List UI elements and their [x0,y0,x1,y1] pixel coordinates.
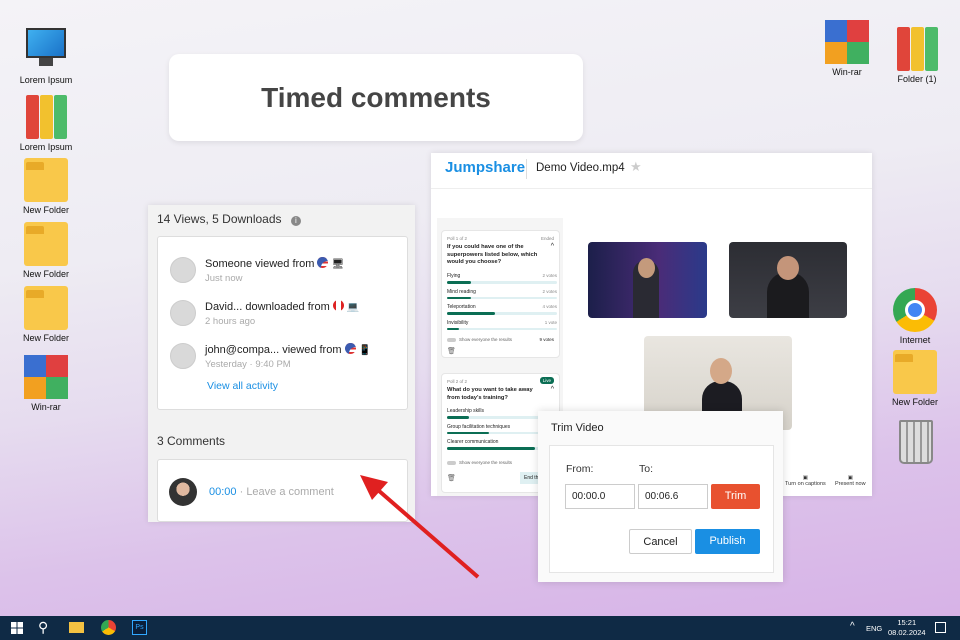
windows-start-icon[interactable] [11,622,23,634]
taskbar: ⚲ Ps ^ ENG 15:21 08.02.2024 [0,616,960,640]
language-indicator[interactable]: ENG [866,624,882,633]
clock[interactable]: 15:21 08.02.2024 [888,618,926,638]
chrome-taskbar-icon[interactable] [101,620,116,635]
red-arrow-annotation [360,475,480,579]
notification-icon[interactable] [935,622,946,633]
search-icon[interactable]: ⚲ [38,619,48,636]
file-explorer-icon[interactable] [69,622,84,633]
tray-chevron-icon[interactable]: ^ [850,621,855,632]
photoshop-icon[interactable]: Ps [132,620,147,635]
